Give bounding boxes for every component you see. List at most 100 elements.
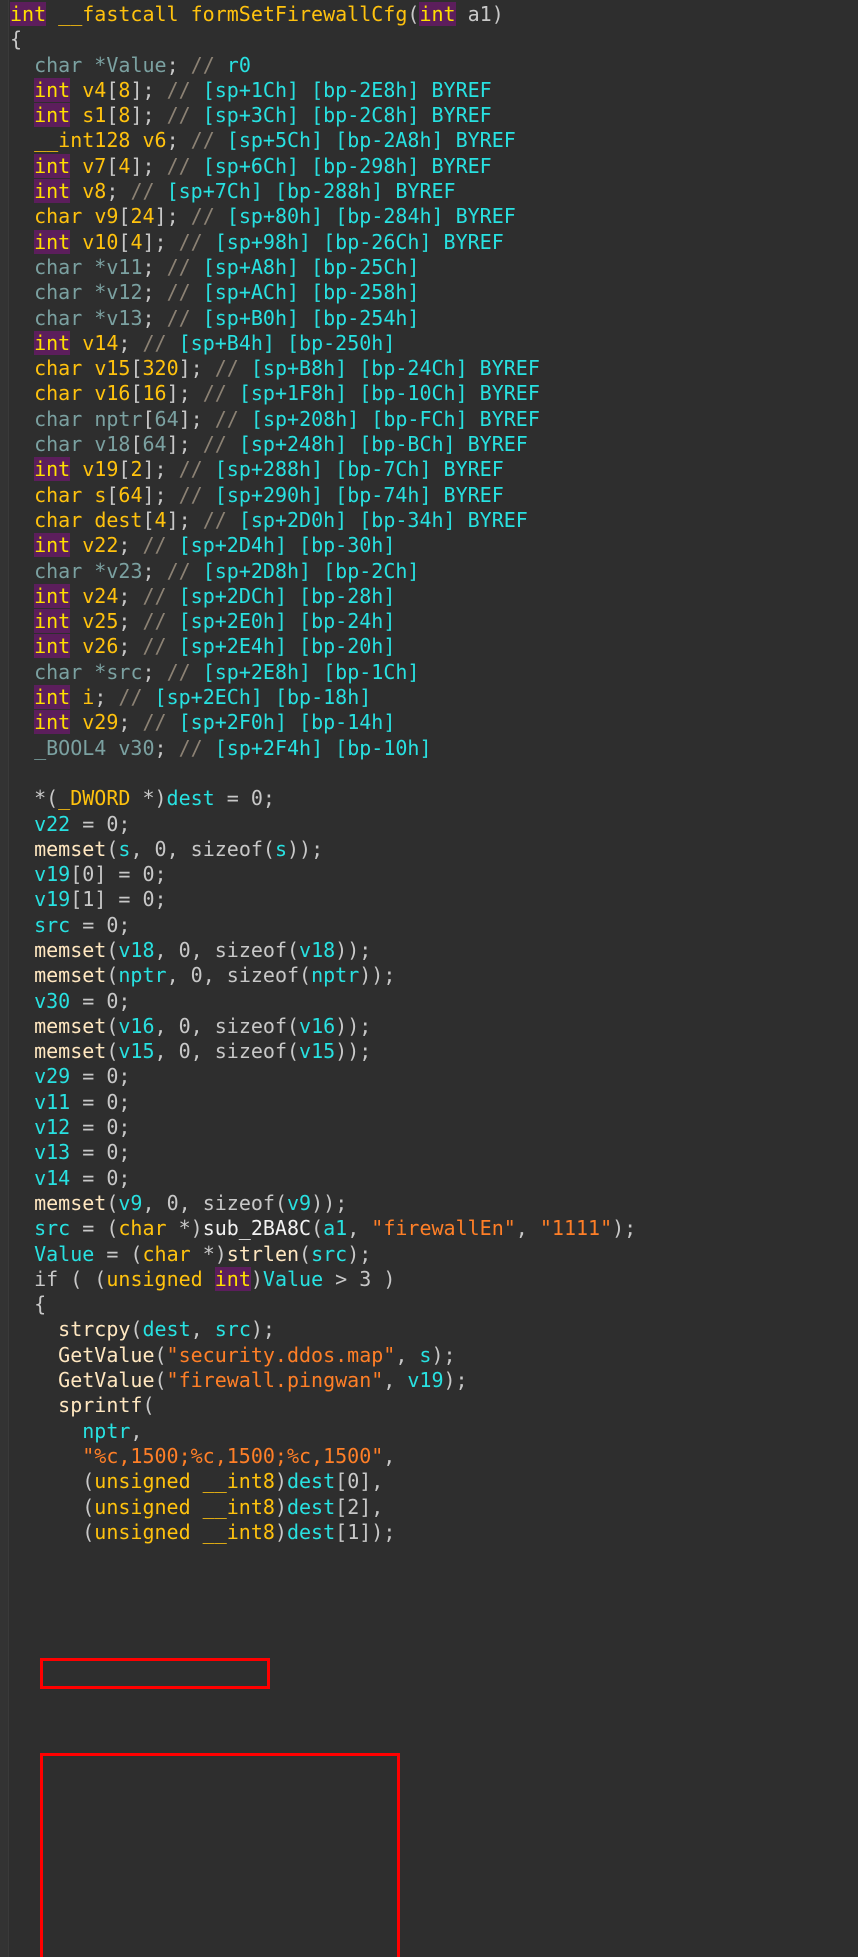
code-line[interactable]: int v10[4]; // [sp+98h] [bp-26Ch] BYREF — [0, 229, 858, 255]
code-line[interactable]: char v15[320]; // [sp+B8h] [bp-24Ch] BYR… — [0, 356, 858, 381]
code-line[interactable]: v19[1] = 0; — [0, 887, 858, 912]
code-line[interactable]: memset(nptr, 0, sizeof(nptr)); — [0, 963, 858, 988]
code-line[interactable]: GetValue("firewall.pingwan", v19); — [0, 1368, 858, 1393]
code-line[interactable]: *(_DWORD *)dest = 0; — [0, 786, 858, 811]
code-token: int — [419, 2, 456, 26]
code-token: , — [202, 963, 227, 988]
code-line[interactable]: memset(v16, 0, sizeof(v16)); — [0, 1014, 858, 1039]
code-line[interactable]: __int128 v6; // [sp+5Ch] [bp-2A8h] BYREF — [0, 128, 858, 153]
code-token: ) — [491, 2, 504, 26]
code-line[interactable]: char *Value; // r0 — [0, 53, 858, 78]
code-token: [sp+2D8h] [bp-2Ch] — [190, 558, 420, 583]
code-line[interactable]: int v29; // [sp+2F0h] [bp-14h] — [0, 710, 858, 735]
code-line[interactable]: v30 = 0; — [0, 989, 858, 1014]
code-line[interactable]: v13 = 0; — [0, 1140, 858, 1165]
code-line[interactable]: v29 = 0; — [0, 1064, 858, 1089]
code-token: * — [82, 305, 107, 330]
code-token: char — [34, 204, 83, 229]
code-line[interactable] — [0, 761, 858, 786]
code-token: 8 — [118, 77, 131, 102]
code-line[interactable]: int __fastcall formSetFirewallCfg(int a1… — [0, 2, 858, 27]
code-line[interactable]: int v22; // [sp+2D4h] [bp-30h] — [0, 533, 858, 558]
code-line[interactable]: src = (char *)sub_2BA8C(a1, "firewallEn"… — [0, 1216, 858, 1241]
code-line[interactable]: char v16[16]; // [sp+1F8h] [bp-10Ch] BYR… — [0, 381, 858, 406]
code-line[interactable]: if ( (unsigned int)Value > 3 ) — [0, 1266, 858, 1292]
code-token: [ — [142, 406, 155, 431]
code-line[interactable]: nptr, — [0, 1419, 858, 1444]
code-token: 0 — [106, 1115, 119, 1140]
code-token: // — [118, 685, 143, 710]
code-line[interactable]: memset(s, 0, sizeof(s)); — [0, 837, 858, 862]
code-line[interactable]: int v7[4]; // [sp+6Ch] [bp-298h] BYREF — [0, 153, 858, 179]
code-line[interactable]: char *src; // [sp+2E8h] [bp-1Ch] — [0, 660, 858, 685]
code-line[interactable]: int v26; // [sp+2E4h] [bp-20h] — [0, 634, 858, 659]
code-line[interactable]: int s1[8]; // [sp+3Ch] [bp-2C8h] BYREF — [0, 103, 858, 128]
code-token: v12 — [34, 1115, 71, 1140]
code-line[interactable]: { — [0, 27, 858, 52]
code-line[interactable]: Value = (char *)strlen(src); — [0, 1242, 858, 1267]
code-line[interactable]: int v4[8]; // [sp+1Ch] [bp-2E8h] BYREF — [0, 77, 858, 103]
code-token: v11 — [34, 1089, 71, 1114]
code-token: 0 — [106, 1064, 119, 1089]
code-line[interactable]: v14 = 0; — [0, 1166, 858, 1191]
code-token: v25 — [82, 609, 119, 634]
code-line[interactable]: sprintf( — [0, 1393, 858, 1418]
code-token: s1 — [82, 103, 107, 128]
code-line[interactable]: src = 0; — [0, 913, 858, 938]
code-line[interactable]: v19[0] = 0; — [0, 862, 858, 887]
code-line[interactable]: int v14; // [sp+B4h] [bp-250h] — [0, 330, 858, 356]
code-line[interactable]: int v25; // [sp+2E0h] [bp-24h] — [0, 609, 858, 634]
code-token: 64 — [154, 406, 179, 431]
code-line[interactable]: strcpy(dest, src); — [0, 1317, 858, 1342]
code-line[interactable]: char v18[64]; // [sp+248h] [bp-BCh] BYRE… — [0, 432, 858, 457]
code-line[interactable]: char nptr[64]; // [sp+208h] [bp-FCh] BYR… — [0, 407, 858, 432]
code-token: __fastcall — [58, 2, 179, 26]
code-line[interactable]: v11 = 0; — [0, 1090, 858, 1115]
code-line[interactable]: char *v23; // [sp+2D8h] [bp-2Ch] — [0, 559, 858, 584]
code-line[interactable]: (unsigned __int8)dest[0], — [0, 1469, 858, 1494]
code-line[interactable]: v22 = 0; — [0, 812, 858, 837]
code-token: 64 — [142, 432, 167, 457]
code-token: ; — [94, 685, 107, 710]
code-line[interactable]: GetValue("security.ddos.map", s); — [0, 1343, 858, 1368]
code-line[interactable]: memset(v9, 0, sizeof(v9)); — [0, 1191, 858, 1216]
code-line[interactable]: int v24; // [sp+2DCh] [bp-28h] — [0, 583, 858, 609]
code-line[interactable]: char *v11; // [sp+A8h] [bp-25Ch] — [0, 255, 858, 280]
code-token: v19 — [34, 862, 71, 887]
code-line[interactable]: v12 = 0; — [0, 1115, 858, 1140]
code-line[interactable]: { — [0, 1292, 858, 1317]
code-line[interactable]: char v9[24]; // [sp+80h] [bp-284h] BYREF — [0, 204, 858, 229]
code-token: v18 — [299, 937, 336, 962]
code-line[interactable]: char dest[4]; // [sp+2D0h] [bp-34h] BYRE… — [0, 508, 858, 533]
code-line[interactable]: (unsigned __int8)dest[1]); — [0, 1520, 858, 1545]
code-line[interactable]: char *v12; // [sp+ACh] [bp-258h] — [0, 280, 858, 305]
code-token: [sp+2E8h] [bp-1Ch] — [190, 659, 420, 684]
code-line[interactable]: int v8; // [sp+7Ch] [bp-288h] BYREF — [0, 179, 858, 204]
code-line[interactable]: "%c,1500;%c,1500;%c,1500", — [0, 1444, 858, 1469]
code-line[interactable]: int i; // [sp+2ECh] [bp-18h] — [0, 685, 858, 710]
code-line[interactable]: char *v13; // [sp+B0h] [bp-254h] — [0, 306, 858, 331]
code-line[interactable]: char s[64]; // [sp+290h] [bp-74h] BYREF — [0, 483, 858, 508]
code-token: 0 — [250, 786, 263, 811]
code-token: [ — [335, 1469, 348, 1494]
pseudocode-text[interactable]: int __fastcall formSetFirewallCfg(int a1… — [0, 0, 858, 1957]
code-line[interactable]: _BOOL4 v30; // [sp+2F4h] [bp-10h] — [0, 736, 858, 761]
code-token: { — [10, 1292, 47, 1317]
code-line[interactable]: int v19[2]; // [sp+288h] [bp-7Ch] BYREF — [0, 457, 858, 482]
code-line[interactable]: (unsigned __int8)dest[2], — [0, 1495, 858, 1520]
code-line[interactable]: memset(v15, 0, sizeof(v15)); — [0, 1039, 858, 1064]
code-line[interactable]: memset(v18, 0, sizeof(v18)); — [0, 938, 858, 963]
